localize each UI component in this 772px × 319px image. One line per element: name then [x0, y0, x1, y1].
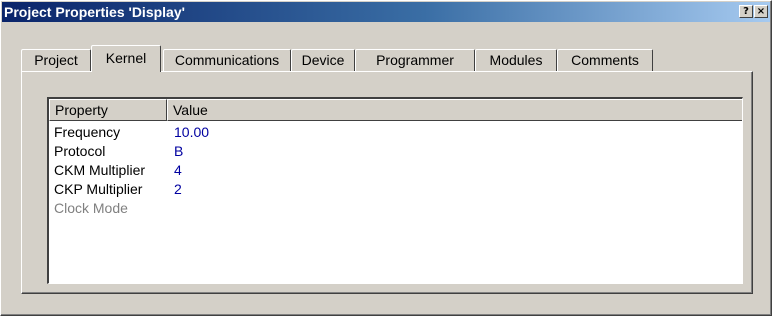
property-value[interactable]: 2 — [174, 179, 182, 199]
close-icon: × — [756, 6, 766, 17]
window-title: Project Properties 'Display' — [4, 4, 185, 20]
property-name: Frequency — [54, 124, 121, 140]
property-value[interactable]: 10.00 — [174, 122, 209, 142]
tab-label: Programmer — [376, 52, 454, 68]
project-properties-window: Project Properties 'Display' ? × Project… — [0, 0, 772, 316]
list-item[interactable]: CKM Multiplier 4 — [49, 160, 742, 180]
close-button[interactable]: × — [754, 5, 768, 18]
tab-comments[interactable]: Comments — [557, 49, 653, 71]
help-button[interactable]: ? — [739, 5, 753, 18]
list-item[interactable]: Protocol B — [49, 141, 742, 161]
property-name: CKP Multiplier — [54, 181, 143, 197]
tab-kernel[interactable]: Kernel — [91, 45, 161, 72]
kernel-tab-panel: Property Value Frequency 10.00 Protocol … — [21, 71, 753, 294]
list-item[interactable]: Clock Mode — [49, 198, 742, 218]
property-name: CKM Multiplier — [54, 162, 146, 178]
list-header: Property Value — [49, 99, 742, 121]
property-name: Protocol — [54, 143, 106, 159]
list-item[interactable]: CKP Multiplier 2 — [49, 179, 742, 199]
property-value[interactable]: B — [174, 141, 183, 161]
help-icon: ? — [743, 6, 749, 17]
tab-label: Project — [34, 52, 78, 68]
tab-label: Communications — [174, 52, 280, 68]
title-bar[interactable]: Project Properties 'Display' ? × — [2, 2, 770, 22]
tab-project[interactable]: Project — [21, 49, 91, 71]
tab-label: Kernel — [105, 50, 147, 66]
tab-label: Modules — [489, 52, 543, 68]
property-list[interactable]: Property Value Frequency 10.00 Protocol … — [47, 97, 743, 284]
tab-communications[interactable]: Communications — [163, 49, 291, 71]
list-item[interactable]: Frequency 10.00 — [49, 122, 742, 142]
column-header-property[interactable]: Property — [49, 99, 167, 121]
tab-device[interactable]: Device — [291, 49, 355, 71]
tab-label: Comments — [571, 52, 639, 68]
tab-programmer[interactable]: Programmer — [355, 49, 475, 71]
tab-modules[interactable]: Modules — [475, 49, 557, 71]
property-name: Clock Mode — [54, 200, 128, 216]
property-value[interactable]: 4 — [174, 160, 182, 180]
tab-label: Device — [301, 52, 345, 68]
column-header-value[interactable]: Value — [167, 99, 742, 121]
